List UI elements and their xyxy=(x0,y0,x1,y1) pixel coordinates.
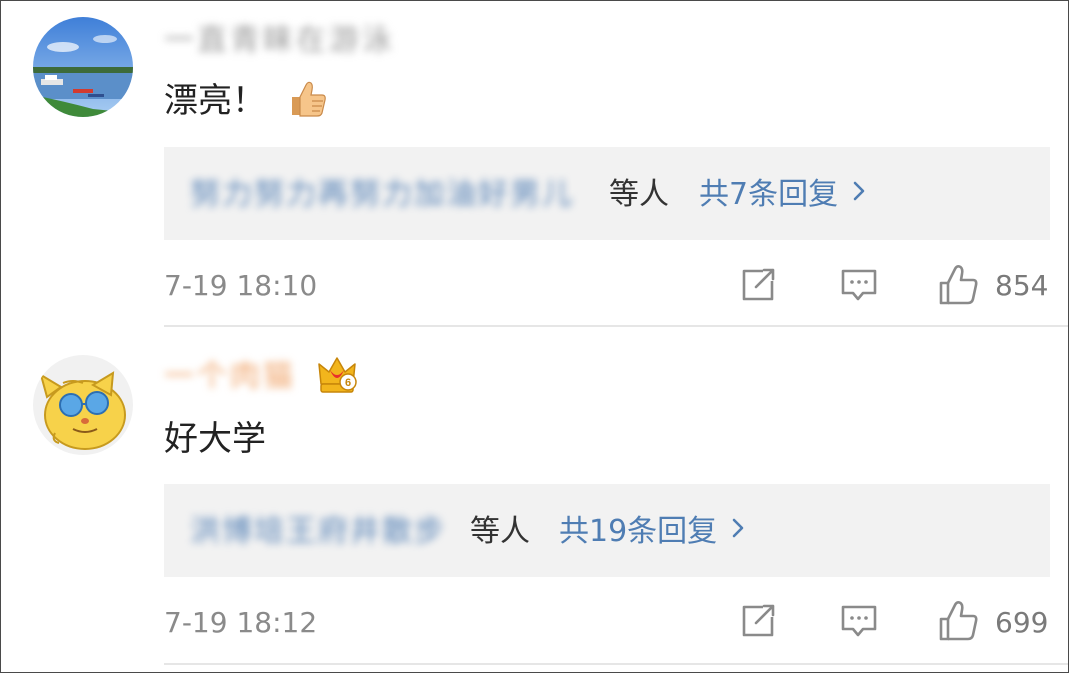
like-button[interactable] xyxy=(937,263,981,307)
comment-icon xyxy=(841,269,877,301)
reply-button[interactable] xyxy=(839,603,879,641)
reply-users[interactable]: 洪博培王府井散步 xyxy=(190,512,446,552)
avatar[interactable] xyxy=(33,355,133,455)
repost-icon xyxy=(742,604,775,637)
replies-preview[interactable]: 洪博培王府井散步 等人 共19条回复 xyxy=(164,484,1050,577)
thumbs-up-icon xyxy=(939,601,978,641)
cartoon-cat-icon xyxy=(33,355,133,455)
like-count: 854 xyxy=(995,269,1049,302)
comment-item: 一个肉猫 6 好大学 洪博培王府井散步 等人 共19条回复 7-19 18:12 xyxy=(1,329,1068,667)
reply-suffix: 等人 xyxy=(470,514,530,549)
replies-preview[interactable]: 努力努力再努力加油好男儿 等人 共7条回复 xyxy=(164,147,1050,240)
like-button[interactable] xyxy=(937,599,981,643)
reply-count: 共19条回复 xyxy=(559,514,718,549)
comment-item: 一直青睐在游泳 漂亮！ 努力努力再努力加油好男儿 等人 共7条回复 7-19 1… xyxy=(1,1,1068,327)
avatar[interactable] xyxy=(33,17,133,117)
thumbs-up-emoji-icon xyxy=(292,81,326,117)
username[interactable]: 一个肉猫 xyxy=(164,359,296,395)
reply-count: 共7条回复 xyxy=(699,177,839,212)
view-replies-link[interactable]: 共7条回复 xyxy=(699,175,866,215)
reply-suffix: 等人 xyxy=(609,177,669,212)
comment-text: 漂亮！ xyxy=(164,81,266,121)
username[interactable]: 一直青睐在游泳 xyxy=(164,23,395,59)
comment-icon xyxy=(841,605,877,637)
reply-users[interactable]: 努力努力再努力加油好男儿 xyxy=(190,175,574,215)
timestamp: 7-19 18:10 xyxy=(164,269,318,302)
chevron-right-icon xyxy=(732,518,744,538)
timestamp: 7-19 18:12 xyxy=(164,606,318,639)
vip-crown-badge-icon[interactable]: 6 xyxy=(315,352,359,396)
comment-text: 好大学 xyxy=(164,419,266,459)
view-replies-link[interactable]: 共19条回复 xyxy=(559,512,745,552)
repost-button[interactable] xyxy=(739,266,779,304)
divider xyxy=(164,325,1068,327)
reply-button[interactable] xyxy=(839,267,879,305)
repost-button[interactable] xyxy=(739,602,779,640)
repost-icon xyxy=(742,268,775,301)
comment-list: 一直青睐在游泳 漂亮！ 努力努力再努力加油好男儿 等人 共7条回复 7-19 1… xyxy=(0,0,1069,673)
thumbs-up-icon xyxy=(939,265,978,305)
lake-landscape-icon xyxy=(33,17,133,117)
like-count: 699 xyxy=(995,606,1049,639)
divider xyxy=(164,663,1068,665)
chevron-right-icon xyxy=(853,181,865,201)
vip-level: 6 xyxy=(345,377,351,389)
